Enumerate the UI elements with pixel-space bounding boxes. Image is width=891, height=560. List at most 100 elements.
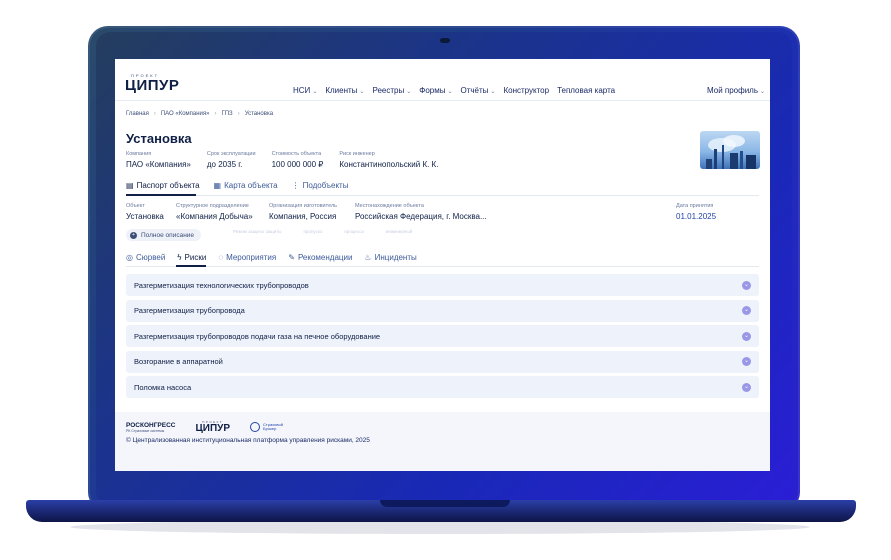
tab-risks[interactable]: ϟ Риски xyxy=(177,253,206,262)
section-tabs: ◎ Сюрвей ϟ Риски ◌ Мероприятия ✎ Рекомен… xyxy=(126,253,417,262)
logo-text: ЦИПУР xyxy=(125,77,180,94)
survey-icon: ◎ xyxy=(126,253,133,262)
risk-item[interactable]: Поломка насоса ⌄ xyxy=(126,376,759,398)
tab-passport[interactable]: ▤ Паспорт объекта xyxy=(126,181,200,190)
chevron-down-icon: ⌄ xyxy=(406,89,412,95)
tab-label: Риски xyxy=(184,253,207,262)
chevron-right-icon: › xyxy=(214,111,217,117)
detail-object: Объект Установка xyxy=(126,203,164,221)
chevron-down-icon[interactable]: ⌄ xyxy=(742,280,751,290)
logo-caption: ПРОЕКТ xyxy=(131,73,160,78)
meta-value: ПАО «Компания» xyxy=(126,160,191,169)
logo[interactable]: ПРОЕКТ ЦИПУР xyxy=(125,73,180,94)
chevron-down-icon: ⌄ xyxy=(447,89,453,95)
roscongress-subtext: РК Страховые системы xyxy=(126,428,165,433)
full-description-label: Полное описание xyxy=(141,231,195,239)
cipur-footer-logo[interactable]: ПРОЕКТ ЦИПУР xyxy=(195,420,230,434)
nav-menu: НСИ ⌄ Клиенты ⌄ Реестры ⌄ Формы ⌄ Отчёты ⌄ Ко… xyxy=(293,86,615,95)
nav-item-forms[interactable]: Формы ⌄ xyxy=(419,86,452,95)
detail-division: Структурное подразделение «Компания Добы… xyxy=(176,203,253,221)
breadcrumb: Главная › ПАО «Компания» › ГПЗ › Установ… xyxy=(126,111,273,117)
broker-text: Страховой Брокер xyxy=(263,422,283,432)
fire-icon: ♨ xyxy=(364,253,372,262)
detail-value: Российская Федерация, г. Москва... xyxy=(355,212,487,221)
tab-subobjects[interactable]: ⋮ Подобъекты xyxy=(292,181,349,190)
risk-title: Поломка насоса xyxy=(134,382,192,392)
nav-item-label: Клиенты xyxy=(325,86,358,95)
faded-labels: Режим защиты защиты пропуско процесса ин… xyxy=(233,229,412,234)
meta-company: Компания ПАО «Компания» xyxy=(126,151,191,169)
meta-lifetime: Срок эксплуатации до 2035 г. xyxy=(207,151,256,169)
chevron-down-icon[interactable]: ⌄ xyxy=(742,382,751,392)
faded-label: пропуско xyxy=(303,229,323,234)
tabs-divider xyxy=(126,195,759,196)
chevron-down-icon: ⌄ xyxy=(312,89,318,95)
full-description-button[interactable]: + Полное описание xyxy=(126,229,202,241)
chevron-right-icon: › xyxy=(237,111,240,117)
detail-label: Организация изготовитель xyxy=(269,203,338,209)
detail-label: Структурное подразделение xyxy=(176,203,249,209)
detail-location: Местонахождение объекта Российская Федер… xyxy=(355,203,487,221)
profile-menu[interactable]: Мой профиль ⌄ xyxy=(707,86,765,95)
top-nav: ПРОЕКТ ЦИПУР НСИ ⌄ Клиенты ⌄ Реестры ⌄ Форм… xyxy=(115,59,770,101)
meta-label: Срок эксплуатации xyxy=(206,151,256,157)
chevron-down-icon[interactable]: ⌄ xyxy=(742,357,751,366)
nav-item-nsi[interactable]: НСИ ⌄ xyxy=(293,86,317,95)
chevron-down-icon[interactable]: ⌄ xyxy=(742,331,751,341)
detail-acceptance-date: Дата принятия 01.01.2025 xyxy=(676,203,716,221)
tab-incidents[interactable]: ♨ Инциденты xyxy=(364,253,416,262)
tab-label: Инциденты xyxy=(374,253,417,262)
chevron-down-icon[interactable]: ⌄ xyxy=(742,306,751,315)
lightning-icon: ϟ xyxy=(177,253,182,262)
nav-item-label: НСИ xyxy=(293,86,311,95)
nav-item-label: Тепловая карта xyxy=(557,86,616,95)
chevron-down-icon: ⌄ xyxy=(490,89,496,95)
breadcrumb-gpz[interactable]: ГПЗ xyxy=(222,111,233,117)
risk-title: Разгерметизация трубопровода xyxy=(134,306,245,315)
camera xyxy=(440,38,450,43)
object-tabs: ▤ Паспорт объекта ▦ Карта объекта ⋮ Подо… xyxy=(126,181,348,190)
tab-survey[interactable]: ◎ Сюрвей xyxy=(126,253,165,262)
nav-item-clients[interactable]: Клиенты ⌄ xyxy=(325,86,364,95)
plant-image xyxy=(706,135,756,169)
risk-item[interactable]: Разгерметизация трубопроводов подачи газ… xyxy=(126,325,759,347)
meta-label: Компания xyxy=(126,151,152,157)
risk-title: Разгерметизация трубопроводов подачи газ… xyxy=(134,331,381,341)
roscongress-logo[interactable]: РОСКОНГРЕСС РК Страховые системы xyxy=(126,422,175,433)
detail-label: Дата принятия xyxy=(676,203,714,209)
nav-item-constructor[interactable]: Конструктор xyxy=(503,86,549,95)
cipur-text: ЦИПУР xyxy=(195,423,231,434)
meta-cost: Стоимость объекта 100 000 000 ₽ xyxy=(272,151,324,169)
nav-item-reports[interactable]: Отчёты ⌄ xyxy=(461,86,496,95)
risk-item[interactable]: Возгорание в аппаратной ⌄ xyxy=(126,350,759,373)
meta-engineer: Риск инженер Константинопольский К. К. xyxy=(339,151,438,169)
tab-recommendations[interactable]: ✎ Рекомендации xyxy=(288,253,352,262)
nav-item-registries[interactable]: Реестры ⌄ xyxy=(372,86,411,95)
edit-icon: ✎ xyxy=(288,253,295,262)
object-photo[interactable] xyxy=(700,131,760,169)
detail-manufacturer: Организация изготовитель Компания, Росси… xyxy=(269,203,337,221)
nav-item-heatmap[interactable]: Тепловая карта xyxy=(557,86,615,95)
detail-label: Местонахождение объекта xyxy=(355,203,424,209)
tab-measures[interactable]: ◌ Мероприятия xyxy=(218,253,276,262)
breadcrumb-company[interactable]: ПАО «Компания» xyxy=(161,111,210,117)
plus-icon: + xyxy=(130,231,137,239)
document-icon: ▤ xyxy=(126,181,134,190)
nav-item-label: Конструктор xyxy=(503,86,550,95)
risk-item[interactable]: Разгерметизация трубопровода ⌄ xyxy=(126,299,759,322)
broker-logo[interactable]: Страховой Брокер xyxy=(250,422,283,432)
footer-logos: РОСКОНГРЕСС РК Страховые системы ПРОЕКТ … xyxy=(126,420,283,434)
chevron-right-icon: › xyxy=(153,111,156,117)
tab-map[interactable]: ▦ Карта объекта xyxy=(214,181,278,190)
risk-item[interactable]: Разгерметизация технологических трубопро… xyxy=(126,274,759,296)
faded-label: инженерный xyxy=(385,229,413,234)
tab-label: Паспорт объекта xyxy=(136,181,200,190)
tabs-divider xyxy=(126,266,759,267)
breadcrumb-home[interactable]: Главная xyxy=(126,111,149,117)
broker-line: Брокер xyxy=(263,426,277,431)
detail-value[interactable]: 01.01.2025 xyxy=(676,212,716,221)
nav-item-label: Отчёты xyxy=(460,86,489,95)
risk-list: Разгерметизация технологических трубопро… xyxy=(126,274,759,402)
tab-label: Подобъекты xyxy=(302,181,349,190)
passport-details: Объект Установка Структурное подразделен… xyxy=(126,203,759,227)
